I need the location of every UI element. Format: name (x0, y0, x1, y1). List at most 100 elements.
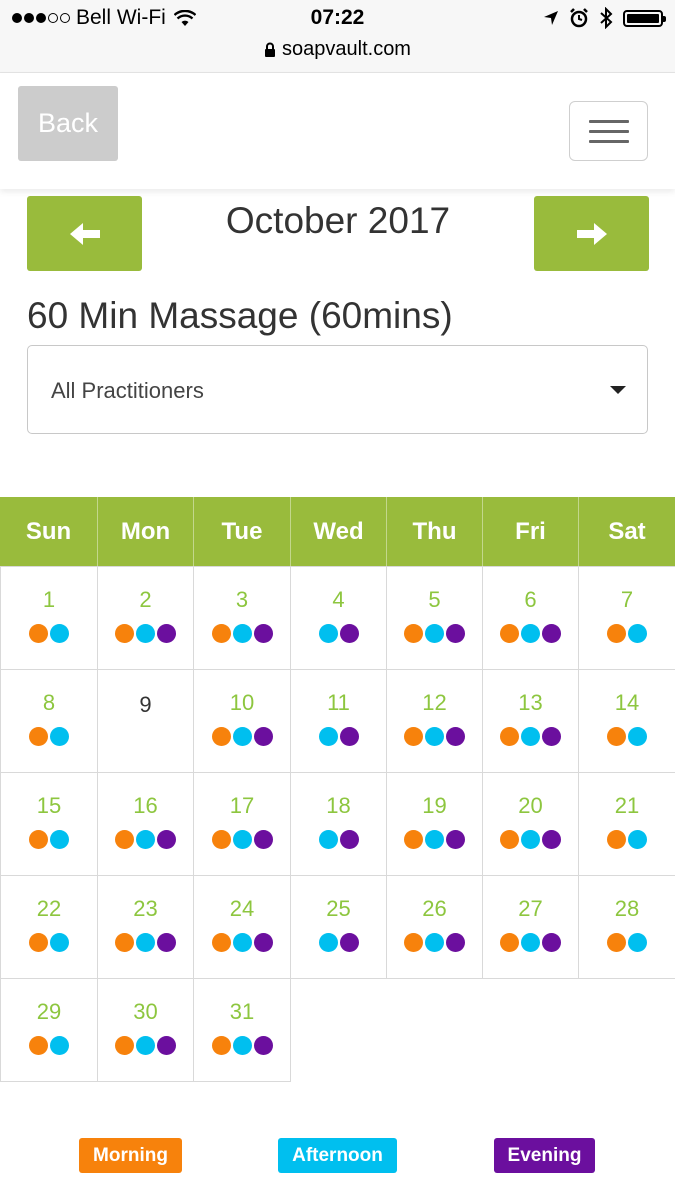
availability-dots (194, 933, 290, 952)
day-number: 13 (518, 690, 543, 715)
day-number: 4 (332, 587, 345, 612)
status-right (543, 7, 666, 29)
calendar-day-cell[interactable]: 5 (386, 566, 483, 670)
day-number: 24 (229, 896, 255, 921)
morning-dot (211, 1036, 231, 1055)
availability-dots (1, 830, 97, 849)
day-number: 10 (229, 690, 255, 715)
calendar-day-cell[interactable]: 4 (290, 566, 387, 670)
practitioner-select[interactable]: All Practitioners (27, 345, 648, 434)
day-number: 31 (229, 999, 255, 1024)
availability-dots (194, 624, 290, 643)
calendar-day-cell[interactable]: 10 (193, 669, 291, 773)
morning-dot (211, 830, 231, 849)
calendar-day-cell[interactable]: 18 (290, 772, 387, 876)
calendar-day-cell[interactable]: 7 (578, 566, 675, 670)
evening-dot (542, 933, 561, 952)
morning-dot (29, 830, 48, 849)
afternoon-dot (628, 624, 647, 643)
afternoon-dot (50, 624, 69, 643)
calendar-day-cell[interactable]: 21 (578, 772, 675, 876)
calendar-day-cell[interactable]: 17 (193, 772, 291, 876)
practitioner-select-value: All Practitioners (51, 378, 204, 403)
afternoon-dot (50, 933, 69, 952)
calendar-day-cell[interactable]: 15 (0, 772, 98, 876)
availability-dots (387, 933, 482, 952)
calendar-day-cell[interactable]: 26 (386, 875, 483, 979)
evening-dot (253, 624, 273, 643)
day-number: 9 (139, 692, 152, 717)
evening-dot (339, 624, 359, 643)
morning-dot (115, 624, 134, 643)
availability-dots (1, 1036, 97, 1055)
calendar-day-cell[interactable]: 30 (97, 978, 194, 1082)
calendar-day-cell[interactable]: 20 (482, 772, 579, 876)
availability-dots (1, 727, 97, 746)
calendar-day-cell[interactable]: 12 (386, 669, 483, 773)
calendar-day-cell[interactable]: 8 (0, 669, 98, 773)
weekday-mon: Mon (97, 497, 193, 566)
morning-dot (404, 830, 423, 849)
availability-dots (483, 933, 578, 952)
location-arrow-icon (544, 11, 558, 25)
weekday-wed: Wed (290, 497, 386, 566)
evening-dot (446, 624, 465, 643)
arrow-right-icon (576, 222, 607, 245)
evening-dot (157, 830, 176, 849)
calendar-day-cell[interactable]: 25 (290, 875, 387, 979)
weekday-header: Sun Mon Tue Wed Thu Fri Sat (0, 497, 675, 566)
afternoon-dot (232, 1036, 252, 1055)
morning-dot (115, 933, 134, 952)
calendar-day-cell[interactable]: 1 (0, 566, 98, 670)
availability-dots (291, 727, 386, 746)
hamburger-menu-button[interactable] (569, 101, 648, 161)
availability-dots (291, 830, 386, 849)
calendar-day-cell[interactable]: 2 (97, 566, 194, 670)
calendar-day-cell[interactable]: 13 (482, 669, 579, 773)
calendar-day-cell[interactable]: 27 (482, 875, 579, 979)
back-button[interactable]: Back (18, 86, 118, 161)
calendar-day-cell[interactable]: 14 (578, 669, 675, 773)
address-bar[interactable]: soapvault.com (0, 38, 675, 61)
calendar-day-cell[interactable]: 22 (0, 875, 98, 979)
evening-dot (157, 624, 176, 643)
afternoon-dot (628, 830, 647, 849)
calendar-day-cell[interactable]: 3 (193, 566, 291, 670)
morning-dot (211, 624, 231, 643)
morning-dot (607, 727, 626, 746)
morning-dot (404, 624, 423, 643)
calendar-day-cell[interactable]: 29 (0, 978, 98, 1082)
calendar-day-cell[interactable]: 28 (578, 875, 675, 979)
calendar-day-cell[interactable]: 23 (97, 875, 194, 979)
calendar-day-cell[interactable]: 24 (193, 875, 291, 979)
afternoon-dot (232, 830, 252, 849)
availability-dots (483, 830, 578, 849)
calendar-day-cell[interactable]: 11 (290, 669, 387, 773)
day-number: 26 (422, 896, 447, 921)
morning-dot (500, 933, 519, 952)
day-number: 11 (327, 690, 350, 715)
previous-month-button[interactable] (27, 196, 142, 271)
morning-dot (29, 727, 48, 746)
calendar-day-cell[interactable]: 16 (97, 772, 194, 876)
afternoon-dot (136, 830, 155, 849)
morning-dot (607, 830, 626, 849)
calendar-day-cell[interactable]: 31 (193, 978, 291, 1082)
month-title: October 2017 (225, 200, 451, 241)
chevron-down-icon (610, 386, 626, 394)
evening-dot (157, 933, 176, 952)
afternoon-dot (136, 624, 155, 643)
day-number: 22 (36, 896, 62, 921)
morning-dot (607, 933, 626, 952)
next-month-button[interactable] (534, 196, 649, 271)
morning-dot (500, 830, 519, 849)
weekday-fri: Fri (482, 497, 578, 566)
calendar-day-cell[interactable]: 19 (386, 772, 483, 876)
availability-dots (194, 1036, 290, 1055)
evening-dot (339, 727, 359, 746)
day-number: 30 (133, 999, 158, 1024)
calendar-day-cell[interactable]: 6 (482, 566, 579, 670)
legend-evening: Evening (494, 1138, 595, 1173)
alarm-icon (570, 8, 588, 28)
availability-dots (98, 624, 193, 643)
